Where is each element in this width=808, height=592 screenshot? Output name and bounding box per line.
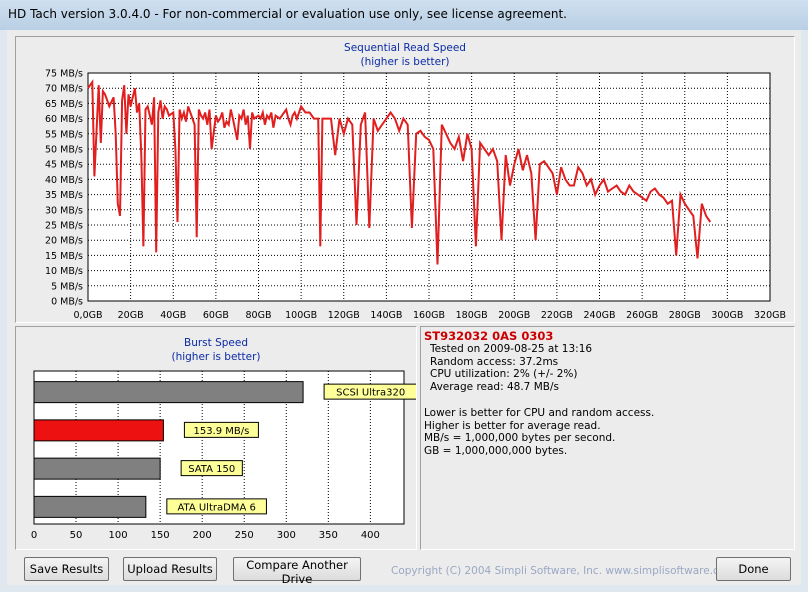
y-tick-label: 50 MB/s (45, 145, 83, 156)
drive-info: ST932032 0AS 0303 Tested on 2009-08-25 a… (424, 330, 654, 458)
title-bar: HD Tach version 3.0.4.0 - For non-commer… (0, 0, 808, 30)
window-title: HD Tach version 3.0.4.0 - For non-commer… (8, 7, 567, 21)
note-average: Higher is better for average read. (424, 419, 601, 432)
x-tick-label: 140GB (370, 310, 402, 321)
y-tick-label: 30 MB/s (45, 205, 83, 216)
y-tick-label: 20 MB/s (45, 236, 83, 247)
y-tick-label: 70 MB/s (45, 84, 83, 95)
y-tick-label: 35 MB/s (45, 190, 83, 201)
burst-bar-label: 153.9 MB/s (193, 426, 249, 437)
upload-results-button[interactable]: Upload Results (123, 557, 217, 581)
x-tick-label: 200GB (498, 310, 530, 321)
y-tick-label: 5 MB/s (51, 281, 83, 292)
sequential-chart-subtitle: (higher is better) (360, 56, 449, 68)
burst-bar-label: ATA UltraDMA 6 (177, 502, 255, 513)
average-read: Average read: 48.7 MB/s (430, 381, 559, 394)
tested-date: Tested on 2009-08-25 at 13:16 (430, 342, 593, 355)
x-tick-label: 260GB (626, 310, 658, 321)
y-tick-label: 45 MB/s (45, 160, 83, 171)
burst-bar (33, 419, 164, 442)
x-tick-label: 120GB (328, 310, 360, 321)
burst-x-tick-label: 0 (31, 530, 37, 541)
burst-speed-panel: Burst Speed (higher is better) SCSI Ultr… (15, 326, 417, 550)
x-tick-label: 60GB (203, 310, 229, 321)
compare-another-drive-button[interactable]: Compare Another Drive (233, 557, 361, 586)
burst-bar-label: SCSI Ultra320 (336, 388, 405, 399)
burst-bar (33, 495, 147, 518)
cpu-utilization: CPU utilization: 2% (+/- 2%) (430, 368, 578, 381)
burst-bar (33, 381, 304, 404)
burst-x-tick-label: 400 (361, 530, 380, 541)
burst-x-tick-label: 350 (319, 530, 338, 541)
burst-x-tick-label: 150 (151, 530, 170, 541)
x-tick-label: 180GB (456, 310, 488, 321)
burst-x-tick-label: 300 (277, 530, 296, 541)
sequential-read-chart: Sequential Read Speed (higher is better)… (45, 42, 786, 321)
y-tick-label: 10 MB/s (45, 266, 83, 277)
drive-model: ST932032 0AS 0303 (424, 329, 554, 343)
y-tick-label: 0 MB/s (51, 297, 83, 308)
burst-x-tick-label: 200 (193, 530, 212, 541)
burst-x-tick-label: 100 (109, 530, 128, 541)
copyright-text: Copyright (C) 2004 Simpli Software, Inc.… (391, 565, 736, 577)
burst-chart-title: Burst Speed (184, 337, 248, 349)
random-access: Random access: 37.2ms (430, 355, 559, 368)
burst-bar-label: SATA 150 (188, 464, 235, 475)
y-tick-label: 65 MB/s (45, 99, 83, 110)
burst-x-tick-label: 50 (70, 530, 83, 541)
x-tick-label: 300GB (711, 310, 743, 321)
x-tick-label: 20GB (118, 310, 144, 321)
y-tick-label: 40 MB/s (45, 175, 83, 186)
done-button[interactable]: Done (716, 557, 791, 581)
x-tick-label: 40GB (160, 310, 186, 321)
y-tick-label: 15 MB/s (45, 251, 83, 262)
x-tick-label: 0,0GB (74, 310, 103, 321)
note-mbs: MB/s = 1,000,000 bytes per second. (424, 432, 616, 445)
y-tick-label: 75 MB/s (45, 69, 83, 80)
note-cpu: Lower is better for CPU and random acces… (424, 406, 655, 419)
burst-bar (33, 457, 161, 480)
x-tick-label: 220GB (541, 310, 573, 321)
x-tick-label: 240GB (583, 310, 615, 321)
x-tick-label: 160GB (413, 310, 445, 321)
x-tick-label: 320GB (754, 310, 786, 321)
save-results-button[interactable]: Save Results (24, 557, 109, 581)
burst-speed-chart: Burst Speed (higher is better) SCSI Ultr… (31, 337, 416, 541)
burst-chart-subtitle: (higher is better) (171, 351, 260, 363)
burst-x-tick-label: 250 (235, 530, 254, 541)
note-gb: GB = 1,000,000,000 bytes. (424, 445, 568, 458)
y-tick-label: 25 MB/s (45, 221, 83, 232)
x-tick-label: 100GB (285, 310, 317, 321)
sequential-chart-title: Sequential Read Speed (344, 42, 466, 54)
x-tick-label: 80GB (246, 310, 272, 321)
sequential-read-panel: Sequential Read Speed (higher is better)… (15, 36, 795, 323)
x-tick-label: 280GB (669, 310, 701, 321)
y-tick-label: 55 MB/s (45, 129, 83, 140)
y-tick-label: 60 MB/s (45, 114, 83, 125)
